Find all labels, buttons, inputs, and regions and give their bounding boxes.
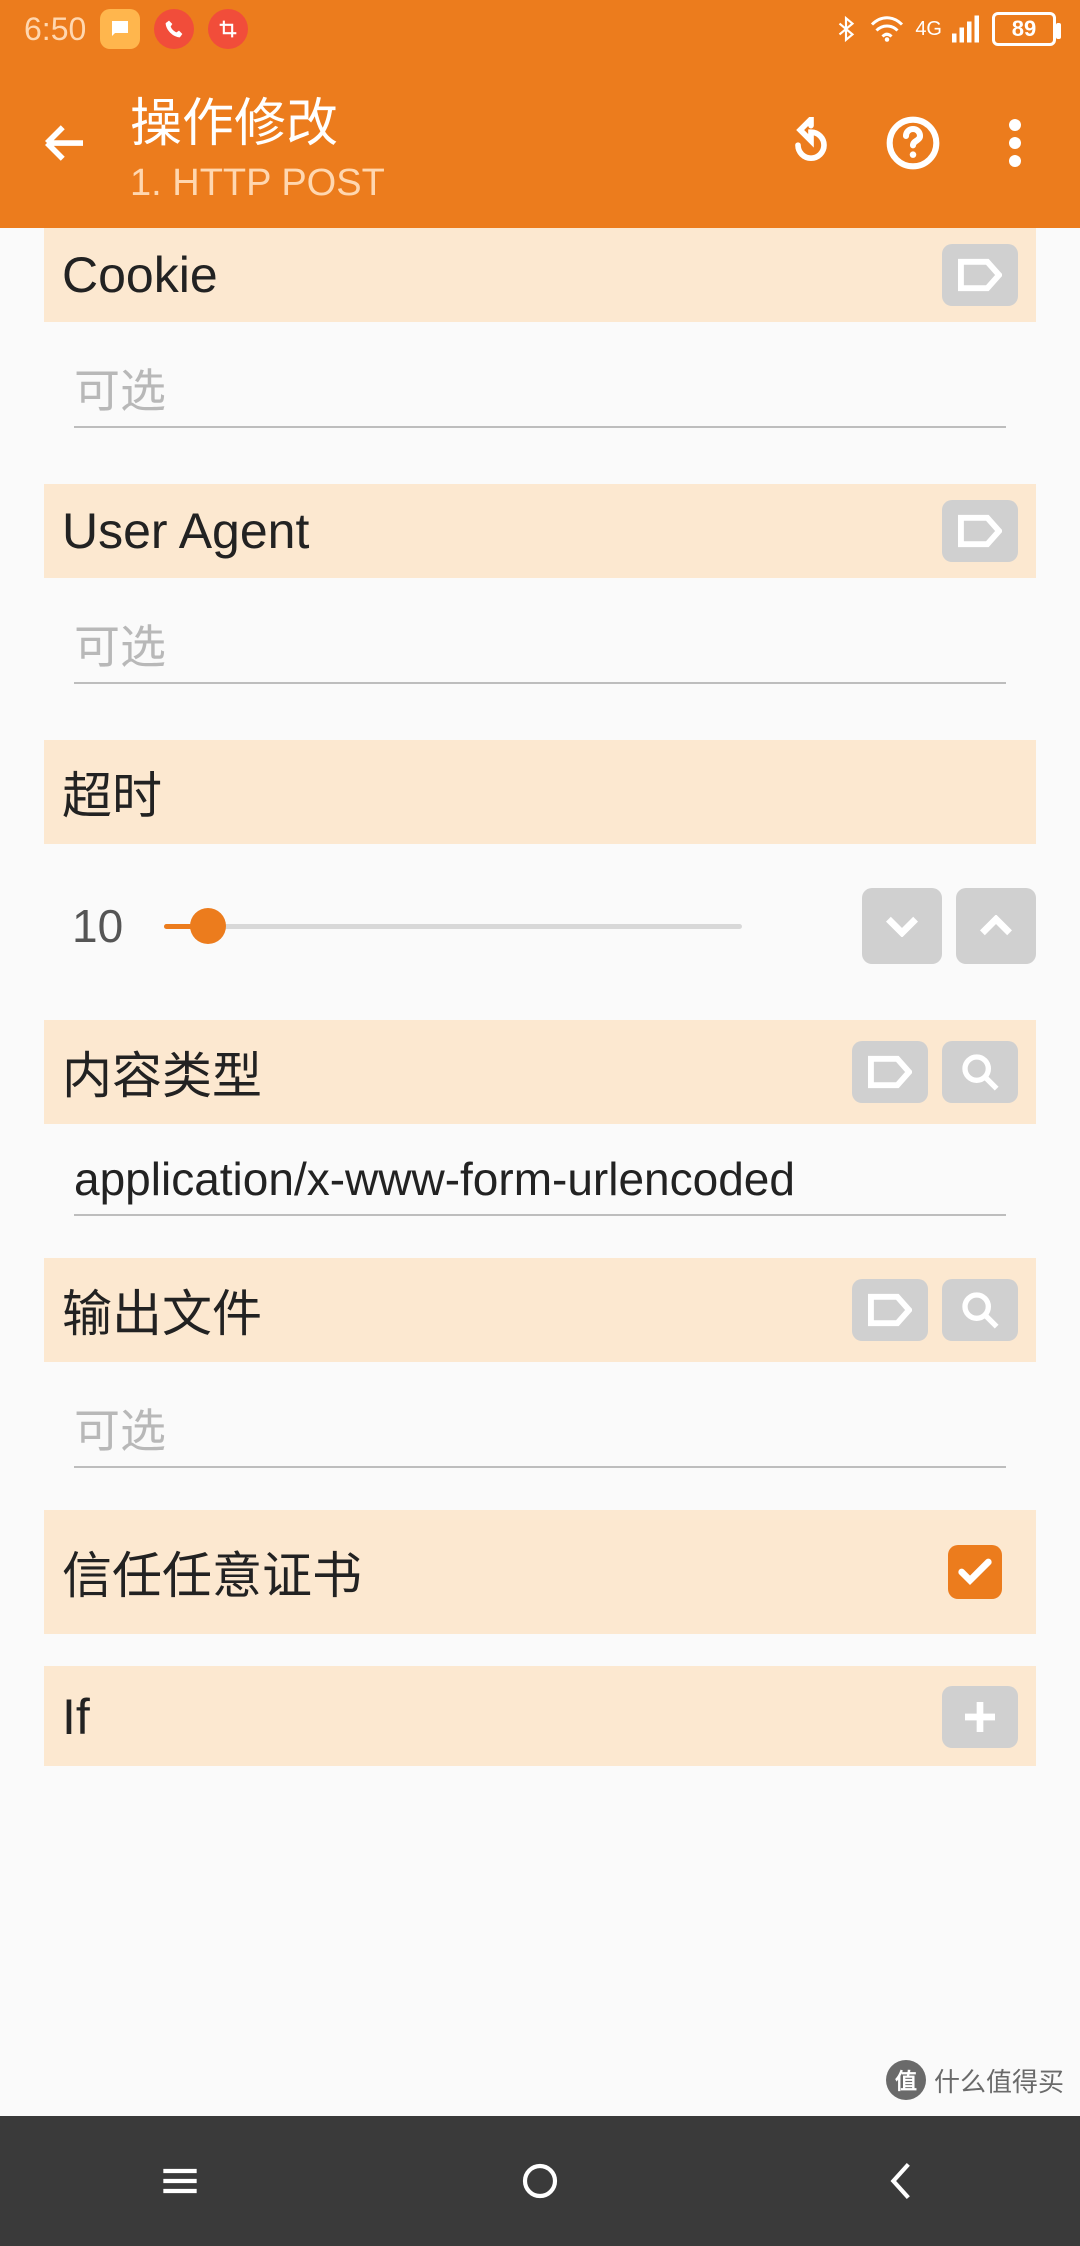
timeout-slider[interactable] — [164, 896, 862, 956]
user-agent-input[interactable] — [74, 620, 1006, 674]
section-header-if: If — [44, 1666, 1036, 1766]
content-type-input[interactable] — [74, 1152, 1006, 1206]
app-bar: 操作修改 1. HTTP POST — [0, 58, 1080, 228]
nav-home-button[interactable] — [480, 2141, 600, 2221]
output-file-input[interactable] — [74, 1404, 1006, 1458]
app-title: 操作修改 — [130, 81, 778, 156]
section-title: 输出文件 — [62, 1274, 262, 1346]
overflow-menu-button[interactable] — [982, 110, 1048, 176]
nav-recent-button[interactable] — [120, 2141, 240, 2221]
tag-button[interactable] — [852, 1041, 928, 1103]
content-scroll[interactable]: Cookie User Agent 超时 10 — [0, 228, 1080, 1766]
section-header-timeout: 超时 — [44, 740, 1036, 844]
tag-button[interactable] — [942, 244, 1018, 306]
watermark: 值 什么值得买 — [886, 2060, 1064, 2100]
section-title: 超时 — [62, 756, 162, 828]
battery-indicator: 89 — [992, 12, 1056, 46]
section-title: If — [62, 1688, 90, 1746]
status-time: 6:50 — [24, 11, 86, 48]
bluetooth-icon — [833, 12, 859, 46]
timeout-decrement-button[interactable] — [862, 888, 942, 964]
content-type-input-row — [74, 1152, 1006, 1216]
search-button[interactable] — [942, 1041, 1018, 1103]
section-title: Cookie — [62, 246, 218, 304]
search-button[interactable] — [942, 1279, 1018, 1341]
notification-chat-icon — [100, 9, 140, 49]
section-header-cookie: Cookie — [44, 228, 1036, 322]
watermark-icon: 值 — [886, 2060, 926, 2100]
section-title: User Agent — [62, 502, 309, 560]
status-left: 6:50 — [24, 9, 248, 49]
app-subtitle: 1. HTTP POST — [130, 162, 778, 205]
tag-button[interactable] — [942, 500, 1018, 562]
signal-label: 4G — [915, 19, 942, 39]
watermark-text: 什么值得买 — [934, 2062, 1064, 2099]
timeout-value: 10 — [44, 899, 164, 953]
cookie-input-row — [74, 364, 1006, 428]
section-header-user-agent: User Agent — [44, 484, 1036, 578]
status-right: 4G 89 — [833, 12, 1056, 46]
trust-cert-row[interactable]: 信任任意证书 — [44, 1510, 1036, 1634]
help-button[interactable] — [880, 110, 946, 176]
app-bar-titles: 操作修改 1. HTTP POST — [110, 81, 778, 205]
signal-icon — [952, 15, 982, 43]
undo-button[interactable] — [778, 110, 844, 176]
output-file-input-row — [74, 1404, 1006, 1468]
status-bar: 6:50 4G 89 — [0, 0, 1080, 58]
section-header-output-file: 输出文件 — [44, 1258, 1036, 1362]
system-nav-bar — [0, 2116, 1080, 2246]
add-button[interactable] — [942, 1686, 1018, 1748]
nav-back-button[interactable] — [840, 2141, 960, 2221]
tag-button[interactable] — [852, 1279, 928, 1341]
trust-cert-label: 信任任意证书 — [62, 1536, 362, 1608]
notification-crop-icon — [208, 9, 248, 49]
trust-cert-checkbox[interactable] — [948, 1545, 1002, 1599]
section-header-content-type: 内容类型 — [44, 1020, 1036, 1124]
back-button[interactable] — [20, 98, 110, 188]
section-title: 内容类型 — [62, 1036, 262, 1108]
timeout-row: 10 — [44, 888, 1036, 964]
user-agent-input-row — [74, 620, 1006, 684]
wifi-icon — [869, 15, 905, 43]
cookie-input[interactable] — [74, 364, 1006, 418]
notification-call-icon — [154, 9, 194, 49]
timeout-increment-button[interactable] — [956, 888, 1036, 964]
